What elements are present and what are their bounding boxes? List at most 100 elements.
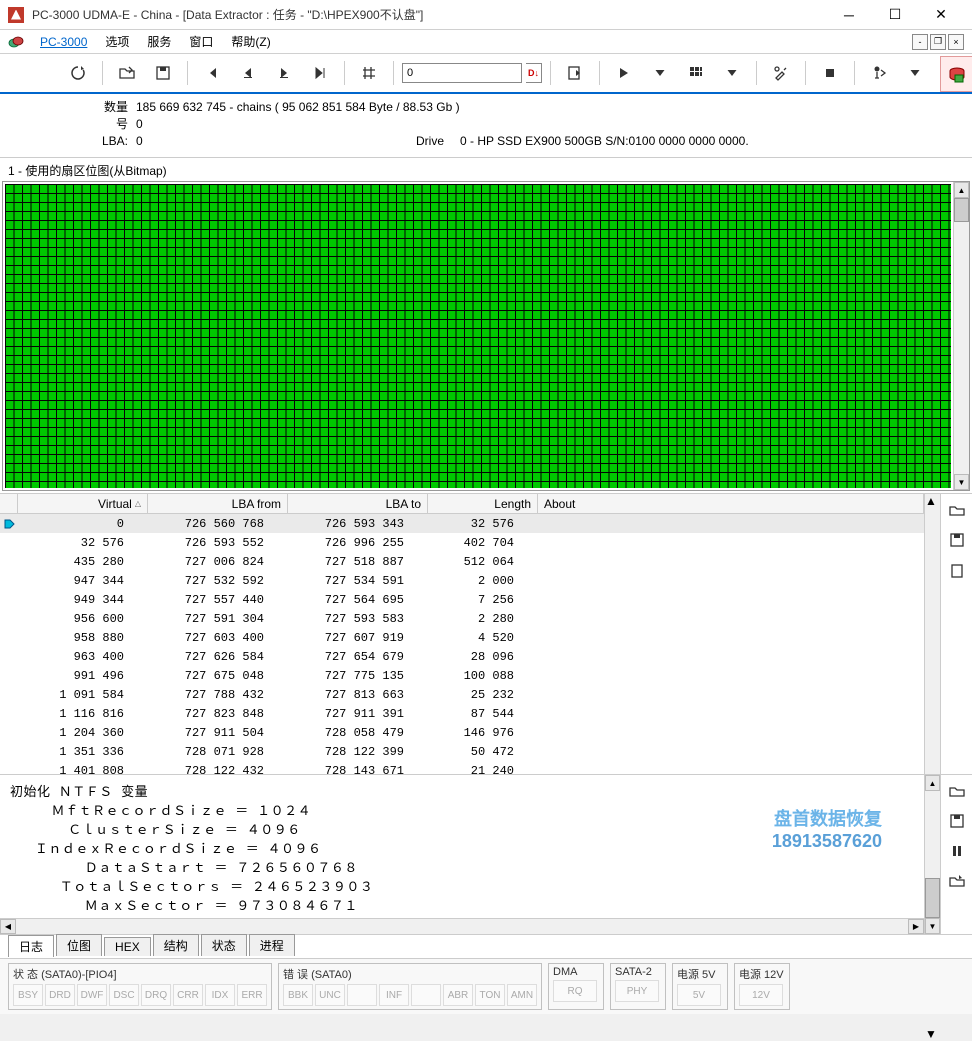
status-cell: DWF — [77, 984, 107, 1006]
table-row[interactable]: 949 344727 557 440727 564 6957 256 — [0, 590, 924, 609]
bitmap-scrollbar[interactable]: ▲ ▼ — [953, 182, 969, 490]
side-save-button[interactable] — [945, 528, 969, 552]
tab-process[interactable]: 进程 — [249, 934, 295, 956]
cell-virtual: 956 600 — [18, 612, 130, 626]
log-scroll-left[interactable]: ◀ — [0, 919, 16, 934]
log-save-button[interactable] — [945, 809, 969, 833]
side-open-button[interactable] — [945, 498, 969, 522]
status-cell: CRR — [173, 984, 203, 1006]
cell-lba_from: 727 823 848 — [130, 707, 270, 721]
table-scroll-up[interactable]: ▲ — [925, 494, 940, 508]
table-row[interactable]: 1 204 360727 911 504728 058 479146 976 — [0, 723, 924, 742]
num-label: 号 — [8, 115, 136, 132]
cell-lba_to: 727 593 583 — [270, 612, 410, 626]
refresh-button[interactable] — [62, 59, 94, 87]
mdi-restore-button[interactable]: ❐ — [930, 34, 946, 50]
export-button[interactable] — [559, 59, 591, 87]
stop-button[interactable] — [814, 59, 846, 87]
menu-window[interactable]: 窗口 — [181, 31, 221, 52]
exit-dropdown[interactable] — [899, 59, 931, 87]
table-row[interactable]: 435 280727 006 824727 518 887512 064 — [0, 552, 924, 571]
open-button[interactable] — [111, 59, 143, 87]
close-button[interactable]: ✕ — [918, 0, 964, 30]
mdi-close-button[interactable]: × — [948, 34, 964, 50]
log-text[interactable]: 初始化 ＮＴＦＳ 变量 ＭｆｔＲｅｃｏｒｄＳｉｚｅ ＝ １０２４ Ｃｌｕｓｔｅｒ… — [0, 775, 924, 918]
bitmap-canvas[interactable] — [3, 182, 953, 490]
lba-value: 0 — [136, 134, 296, 148]
tab-log[interactable]: 日志 — [8, 935, 54, 957]
info-header: 数量 185 669 632 745 - chains ( 95 062 851… — [0, 94, 972, 158]
log-scrollbar-h[interactable]: ◀ ▶ — [0, 918, 924, 934]
right-panel-tab[interactable] — [940, 56, 972, 92]
status-cell: IDX — [205, 984, 235, 1006]
tools-button[interactable] — [765, 59, 797, 87]
menu-service[interactable]: 服务 — [139, 31, 179, 52]
nav-first-button[interactable] — [196, 59, 228, 87]
cell-lba_to: 727 607 919 — [270, 631, 410, 645]
grid-dropdown[interactable] — [716, 59, 748, 87]
grid-view-button[interactable] — [680, 59, 712, 87]
scroll-thumb[interactable] — [954, 198, 969, 222]
table-scrollbar[interactable]: ▲ ▼ — [924, 494, 940, 774]
table-row[interactable]: 947 344727 532 592727 534 5912 000 — [0, 571, 924, 590]
nav-prev-button[interactable] — [232, 59, 264, 87]
table-row[interactable]: 1 116 816727 823 848727 911 39187 544 — [0, 704, 924, 723]
log-scroll-down[interactable]: ▼ — [925, 918, 940, 934]
lba-input[interactable]: 0 — [402, 63, 522, 83]
table-row[interactable]: 958 880727 603 400727 607 9194 520 — [0, 628, 924, 647]
menu-help[interactable]: 帮助(Z) — [223, 31, 278, 52]
play-dropdown[interactable] — [644, 59, 676, 87]
lba-input-dropdown[interactable]: D↓ — [526, 63, 542, 83]
table-row[interactable]: 1 351 336728 071 928728 122 39950 472 — [0, 742, 924, 761]
menubar: PC-3000 选项 服务 窗口 帮助(Z) - ❐ × — [0, 30, 972, 54]
scroll-down-button[interactable]: ▼ — [954, 474, 969, 490]
status-cell: AMN — [507, 984, 537, 1006]
col-lba-from[interactable]: LBA from — [148, 494, 288, 513]
tab-structure[interactable]: 结构 — [153, 934, 199, 956]
grid-hash-button[interactable] — [353, 59, 385, 87]
minimize-button[interactable]: ─ — [826, 0, 872, 30]
table-row[interactable]: 963 400727 626 584727 654 67928 096 — [0, 647, 924, 666]
tab-bitmap[interactable]: 位图 — [56, 934, 102, 956]
menu-pc3000[interactable]: PC-3000 — [32, 33, 95, 51]
maximize-button[interactable]: ☐ — [872, 0, 918, 30]
log-scroll-right[interactable]: ▶ — [908, 919, 924, 934]
mdi-minimize-button[interactable]: - — [912, 34, 928, 50]
status-cell: 12V — [739, 984, 783, 1006]
log-export-button[interactable] — [945, 869, 969, 893]
col-about[interactable]: About — [538, 494, 924, 513]
table-row[interactable]: 32 576726 593 552726 996 255402 704 — [0, 533, 924, 552]
col-virtual[interactable]: Virtual△ — [18, 494, 148, 513]
log-scrollbar-v[interactable]: ▲ ▼ — [924, 775, 940, 934]
table-row[interactable]: 0726 560 768726 593 34332 576 — [0, 514, 924, 533]
cell-lba_from: 727 557 440 — [130, 593, 270, 607]
scroll-up-button[interactable]: ▲ — [954, 182, 969, 198]
table-scroll-down[interactable]: ▼ — [925, 1027, 941, 1041]
col-lba-to[interactable]: LBA to — [288, 494, 428, 513]
exit-button[interactable] — [863, 59, 895, 87]
table-body[interactable]: 0726 560 768726 593 34332 57632 576726 5… — [0, 514, 924, 774]
log-scroll-up[interactable]: ▲ — [925, 775, 940, 791]
tab-status[interactable]: 状态 — [201, 934, 247, 956]
save-button[interactable] — [147, 59, 179, 87]
cell-lba_from: 727 788 432 — [130, 688, 270, 702]
cell-lba_from: 727 532 592 — [130, 574, 270, 588]
nav-last-button[interactable] — [304, 59, 336, 87]
side-clear-button[interactable] — [945, 558, 969, 582]
table-row[interactable]: 956 600727 591 304727 593 5832 280 — [0, 609, 924, 628]
status-cell: PHY — [615, 980, 659, 1002]
tab-hex[interactable]: HEX — [104, 937, 151, 956]
nav-next-button[interactable] — [268, 59, 300, 87]
play-button[interactable] — [608, 59, 640, 87]
table-row[interactable]: 1 401 808728 122 432728 143 67121 240 — [0, 761, 924, 774]
status-dma: DMA RQ — [548, 963, 604, 1010]
log-scroll-thumb[interactable] — [925, 878, 940, 918]
table-row[interactable]: 991 496727 675 048727 775 135100 088 — [0, 666, 924, 685]
menu-app-icon[interactable] — [8, 35, 24, 49]
col-length[interactable]: Length — [428, 494, 538, 513]
log-pause-button[interactable] — [945, 839, 969, 863]
bitmap-section: 1 - 使用的扇区位图(从Bitmap) ▲ ▼ — [0, 158, 972, 493]
table-row[interactable]: 1 091 584727 788 432727 813 66325 232 — [0, 685, 924, 704]
log-open-button[interactable] — [945, 779, 969, 803]
menu-options[interactable]: 选项 — [97, 31, 137, 52]
